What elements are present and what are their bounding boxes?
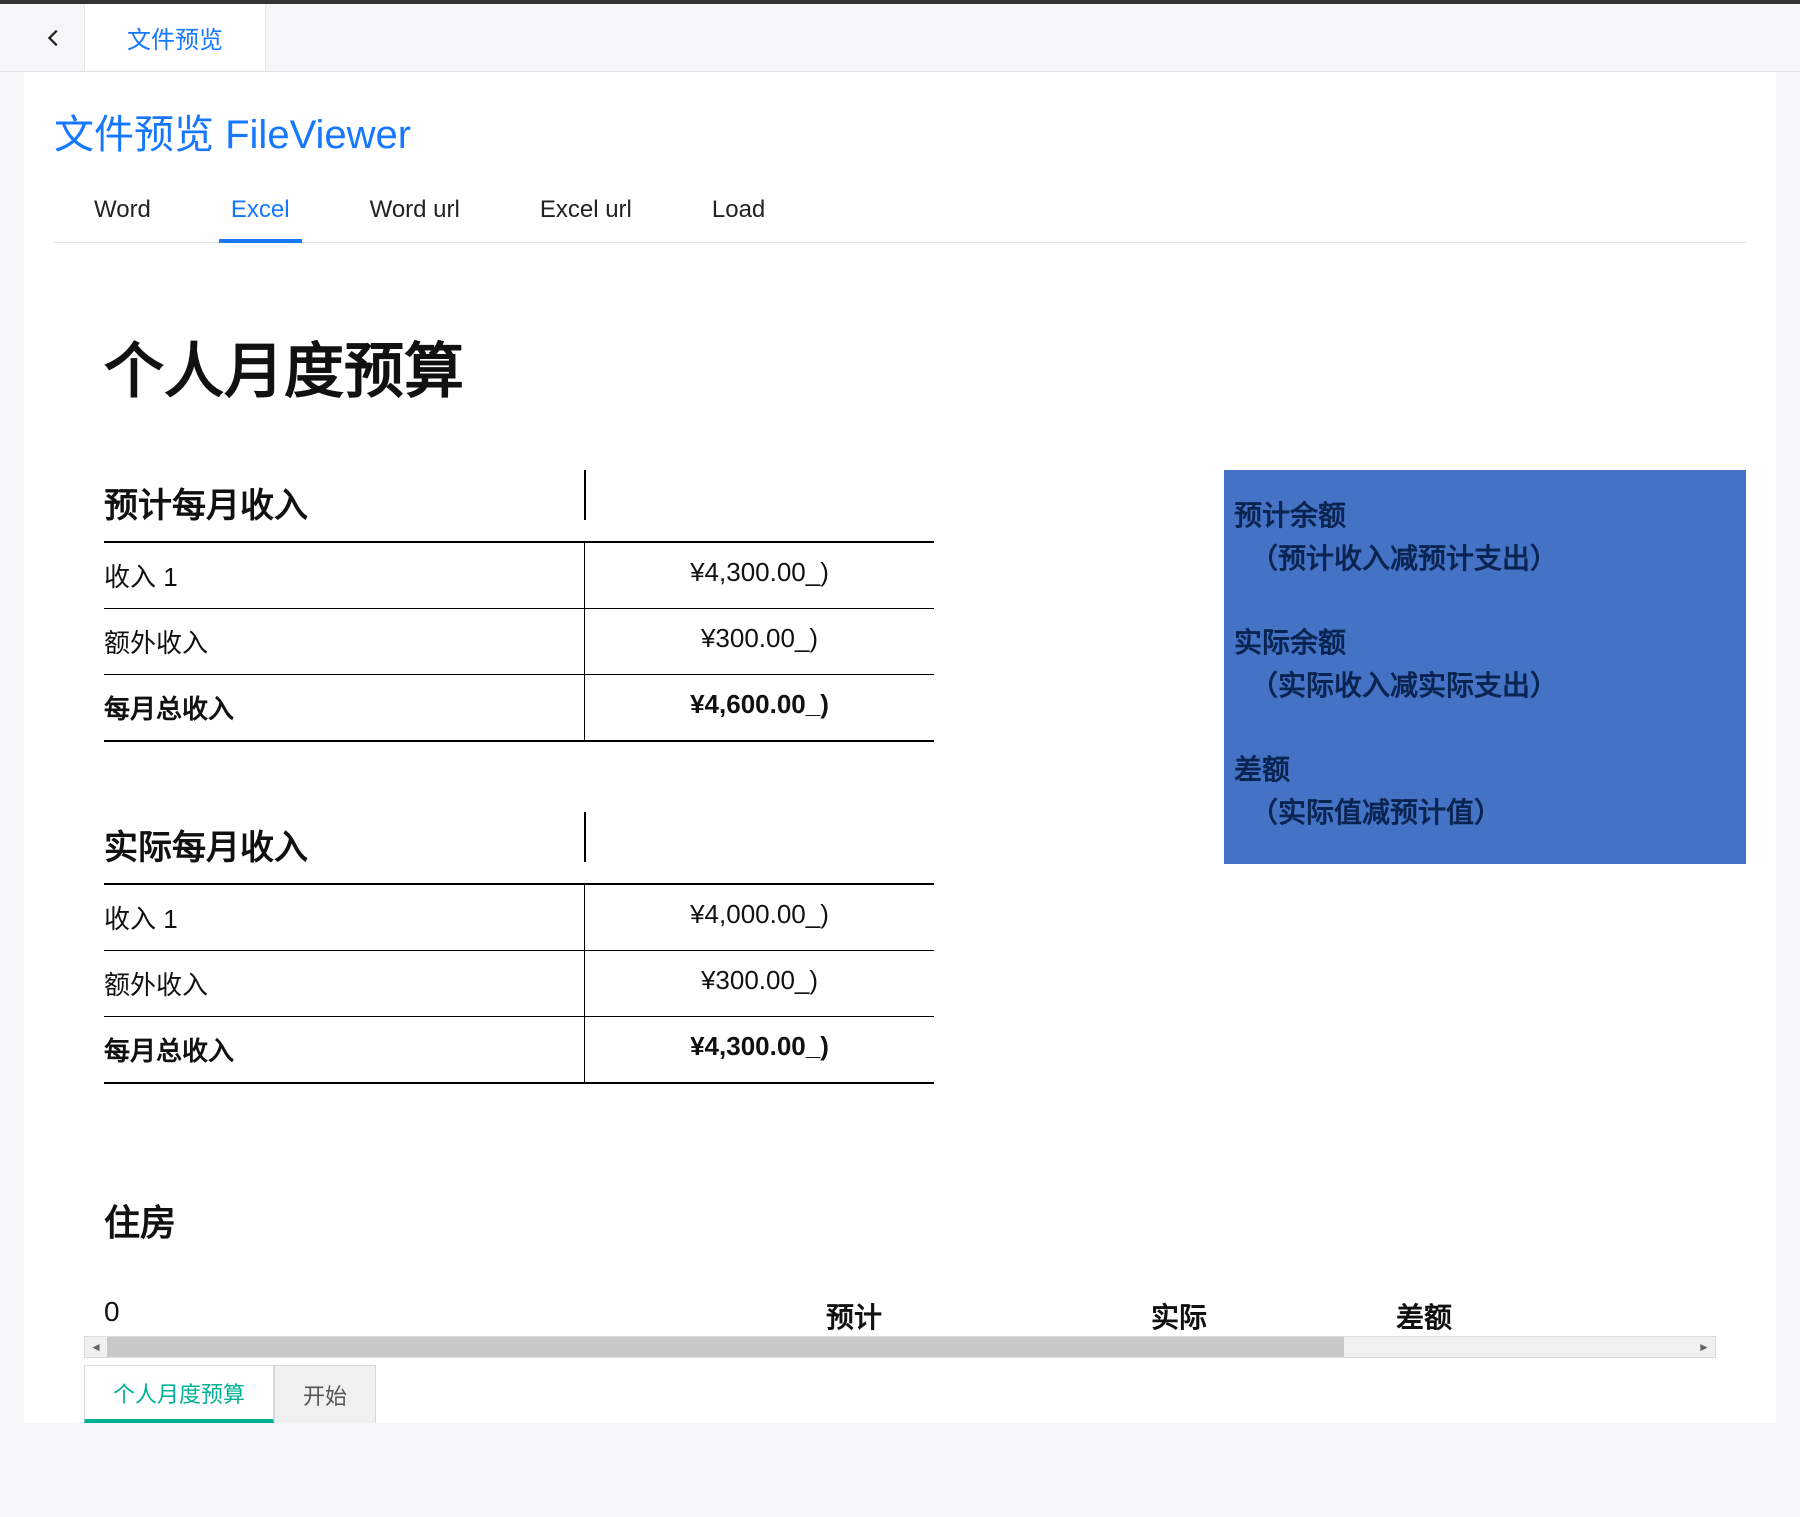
row-value: ¥4,000.00_): [584, 885, 934, 950]
chevron-left-icon: [43, 27, 65, 49]
scroll-right-icon[interactable]: ►: [1693, 1337, 1715, 1357]
tab-word-url[interactable]: Word url: [330, 180, 500, 242]
table-row: 收入 1 ¥4,300.00_): [104, 543, 934, 609]
total-value: ¥4,600.00_): [584, 675, 934, 740]
sheet-tab-start[interactable]: 开始: [274, 1365, 376, 1423]
summary-difference: 差额 （实际值减预计值）: [1234, 748, 1736, 835]
heading-divider: [584, 470, 934, 520]
balance-summary-box: 预计余额 （预计收入减预计支出） 实际余额 （实际收入减实际支出） 差额 （实际…: [1224, 470, 1746, 864]
housing-col-projected: 预计: [694, 1296, 1014, 1336]
actual-income-heading: 实际每月收入: [104, 812, 934, 885]
tab-word[interactable]: Word: [54, 180, 191, 242]
total-label: 每月总收入: [104, 1017, 584, 1082]
income-tables: 预计每月收入 收入 1 ¥4,300.00_) 额外收入 ¥300.00_) 每…: [54, 470, 934, 1084]
table-row: 额外收入 ¥300.00_): [104, 609, 934, 675]
housing-heading: 住房: [104, 1194, 1746, 1246]
housing-col-difference: 差额: [1344, 1296, 1504, 1336]
summary-title: 差额: [1234, 748, 1736, 791]
page-container: 文件预览 FileViewer Word Excel Word url Exce…: [24, 72, 1776, 1423]
row-label: 额外收入: [104, 951, 584, 1016]
sheet-tabs: 个人月度预算 开始: [84, 1365, 376, 1423]
page-title: 文件预览 FileViewer: [54, 72, 1746, 180]
heading-divider: [584, 812, 934, 862]
summary-subtitle: （实际值减预计值）: [1234, 791, 1736, 834]
excel-viewer: 个人月度预算 预计每月收入 收入 1 ¥4,300.00_) 额外收入 ¥300…: [54, 243, 1746, 1423]
table-row-total: 每月总收入 ¥4,600.00_): [104, 675, 934, 742]
summary-title: 预计余额: [1234, 494, 1736, 537]
row-value: ¥4,300.00_): [584, 543, 934, 608]
row-label: 收入 1: [104, 885, 584, 950]
sheet-tab-budget[interactable]: 个人月度预算: [84, 1365, 274, 1423]
summary-title: 实际余额: [1234, 621, 1736, 664]
housing-col-actual: 实际: [1014, 1296, 1344, 1336]
row-label: 额外收入: [104, 609, 584, 674]
housing-row0: 0: [104, 1296, 694, 1336]
document-title: 个人月度预算: [104, 323, 1746, 410]
top-bar: 文件预览: [0, 4, 1800, 72]
sub-tabs: Word Excel Word url Excel url Load: [54, 180, 1746, 243]
horizontal-scrollbar[interactable]: ◄ ►: [84, 1336, 1716, 1358]
heading-label: 预计每月收入: [104, 478, 584, 527]
scroll-left-icon[interactable]: ◄: [85, 1337, 107, 1357]
top-tab-file-preview[interactable]: 文件预览: [84, 4, 266, 71]
tab-excel-url[interactable]: Excel url: [500, 180, 672, 242]
table-row: 收入 1 ¥4,000.00_): [104, 885, 934, 951]
row-value: ¥300.00_): [584, 609, 934, 674]
projected-income-section: 预计每月收入 收入 1 ¥4,300.00_) 额外收入 ¥300.00_) 每…: [104, 470, 934, 742]
tab-excel[interactable]: Excel: [191, 180, 330, 242]
tab-load[interactable]: Load: [672, 180, 805, 242]
summary-projected-balance: 预计余额 （预计收入减预计支出）: [1234, 494, 1736, 581]
table-row: 额外收入 ¥300.00_): [104, 951, 934, 1017]
summary-subtitle: （实际收入减实际支出）: [1234, 664, 1736, 707]
top-content-row: 预计每月收入 收入 1 ¥4,300.00_) 额外收入 ¥300.00_) 每…: [54, 470, 1746, 1084]
projected-income-heading: 预计每月收入: [104, 470, 934, 543]
total-label: 每月总收入: [104, 675, 584, 740]
back-button[interactable]: [24, 4, 84, 71]
table-row-total: 每月总收入 ¥4,300.00_): [104, 1017, 934, 1084]
scroll-track[interactable]: [107, 1337, 1693, 1357]
summary-subtitle: （预计收入减预计支出）: [1234, 537, 1736, 580]
heading-label: 实际每月收入: [104, 820, 584, 869]
scroll-thumb[interactable]: [107, 1337, 1344, 1357]
total-value: ¥4,300.00_): [584, 1017, 934, 1082]
row-label: 收入 1: [104, 543, 584, 608]
row-value: ¥300.00_): [584, 951, 934, 1016]
housing-columns: 0 预计 实际 差额: [104, 1296, 1504, 1336]
actual-income-section: 实际每月收入 收入 1 ¥4,000.00_) 额外收入 ¥300.00_) 每…: [104, 812, 934, 1084]
summary-actual-balance: 实际余额 （实际收入减实际支出）: [1234, 621, 1736, 708]
